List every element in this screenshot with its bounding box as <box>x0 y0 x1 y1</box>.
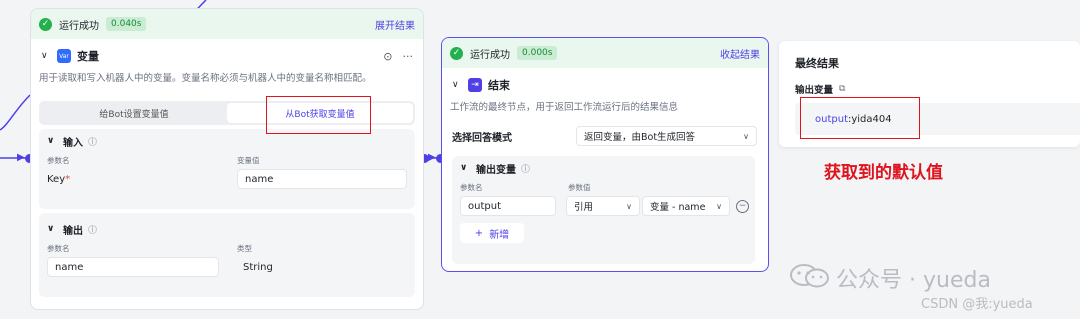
node-title: 结束 <box>488 79 510 92</box>
plus-icon: + <box>474 227 484 239</box>
add-output-label: 新增 <box>489 229 510 241</box>
success-check-icon: ✓ <box>39 17 52 31</box>
output-param-name-input[interactable]: output <box>460 196 556 216</box>
answer-mode-value: 返回变量，由Bot生成回答 <box>584 132 696 143</box>
node-description: 用于读取和写入机器人中的变量。变量名称必须与机器人中的变量名称相匹配。 <box>39 73 372 84</box>
variable-node[interactable]: ✓ 运行成功 0.040s 展开结果 ∨ Var 变量 ⊙ ··· 用于读取和写… <box>30 8 424 310</box>
run-status-text: 运行成功 <box>470 49 510 61</box>
output-section: ∨ 输出 i 参数名 类型 name String <box>39 213 415 297</box>
param-key-label: Key <box>47 173 66 185</box>
output-section-label: 输出 <box>63 225 83 237</box>
node-title: 变量 <box>77 50 99 63</box>
answer-mode-select[interactable]: 返回变量，由Bot生成回答 ∨ <box>576 126 757 146</box>
node-header: ∨ Var 变量 ⊙ ··· <box>31 43 423 69</box>
required-mark: * <box>65 173 71 185</box>
node-header: ∨ ⇥ 结束 <box>442 72 768 98</box>
info-icon[interactable]: i <box>521 163 530 173</box>
chevron-down-icon[interactable]: ∨ <box>47 136 59 146</box>
run-duration-badge: 0.040s <box>106 17 147 31</box>
tab-set-variable[interactable]: 给Bot设置变量值 <box>41 103 227 123</box>
output-variable-label: 输出变量 <box>795 85 834 96</box>
variable-value-input[interactable]: name <box>237 169 407 189</box>
col-param-name: 参数名 <box>47 243 70 253</box>
remove-row-icon[interactable]: − <box>736 199 749 213</box>
info-icon[interactable]: i <box>88 224 97 234</box>
reference-type-select[interactable]: 引用 ∨ <box>566 196 640 216</box>
reference-value-select[interactable]: 变量 - name ∨ <box>642 196 730 216</box>
input-section: ∨ 输入 i 参数名 变量值 Key* name <box>39 129 415 209</box>
more-options-icon[interactable]: ··· <box>403 50 414 63</box>
run-duration-badge: 0.000s <box>517 46 558 60</box>
watermark-csdn: CSDN @我:yueda <box>921 297 1033 312</box>
chevron-down-icon: ∨ <box>626 201 632 211</box>
chevron-down-icon[interactable]: ∨ <box>460 163 472 173</box>
chevron-down-icon: ∨ <box>743 131 749 141</box>
col-variable-value: 变量值 <box>237 155 260 165</box>
copy-icon[interactable]: ⧉ <box>839 84 845 94</box>
wechat-logo-icon <box>790 264 829 288</box>
output-variables-label: 输出变量 <box>476 164 516 176</box>
arrow-mid-in-icon: ▶ <box>428 152 436 163</box>
watermark-text: 公众号 · yueda <box>836 268 991 293</box>
run-status-bar: ✓ 运行成功 0.040s 展开结果 <box>31 9 423 39</box>
col-type: 类型 <box>237 243 252 253</box>
node-description: 工作流的最终节点，用于返回工作流运行后的结果信息 <box>450 102 679 113</box>
success-check-icon: ✓ <box>450 46 463 60</box>
col-param-name: 参数名 <box>47 155 70 165</box>
end-node-icon: ⇥ <box>468 78 482 92</box>
col-param-name: 参数名 <box>460 182 483 192</box>
chevron-down-icon[interactable]: ∨ <box>452 80 464 90</box>
run-status-bar: ✓ 运行成功 0.000s 收起结果 <box>442 38 768 68</box>
run-node-icon[interactable]: ⊙ <box>383 50 392 63</box>
collapse-results-link[interactable]: 收起结果 <box>720 46 760 61</box>
run-status-text: 运行成功 <box>59 20 99 32</box>
info-icon[interactable]: i <box>88 136 97 146</box>
variable-node-icon: Var <box>57 49 71 63</box>
end-node[interactable]: ✓ 运行成功 0.000s 收起结果 ∨ ⇥ 结束 工作流的最终节点，用于返回工… <box>441 37 769 272</box>
reference-value: 变量 - name <box>650 202 706 213</box>
final-result-title: 最终结果 <box>795 57 839 70</box>
output-type: String <box>243 261 273 273</box>
output-variable-heading: 输出变量 ⧉ <box>795 82 845 96</box>
param-key: Key* <box>47 174 237 185</box>
reference-type-value: 引用 <box>574 202 594 213</box>
highlight-box-tab <box>266 96 371 134</box>
add-output-button[interactable]: + 新增 <box>460 223 524 243</box>
answer-mode-label: 选择回答模式 <box>452 132 512 144</box>
chevron-down-icon: ∨ <box>716 201 722 211</box>
col-param-value: 参数值 <box>568 182 591 192</box>
arrow-left-in-icon: ▶ <box>17 152 25 163</box>
highlight-box-result <box>800 97 920 139</box>
chevron-down-icon[interactable]: ∨ <box>47 224 59 234</box>
output-name-input[interactable]: name <box>47 257 219 277</box>
chevron-down-icon[interactable]: ∨ <box>41 51 53 61</box>
output-variables-section: ∨ 输出变量 i 参数名 参数值 output 引用 ∨ 变量 - name ∨… <box>452 156 755 264</box>
input-section-label: 输入 <box>63 137 83 149</box>
expand-results-link[interactable]: 展开结果 <box>375 17 415 32</box>
annotation-text: 获取到的默认值 <box>824 163 943 183</box>
